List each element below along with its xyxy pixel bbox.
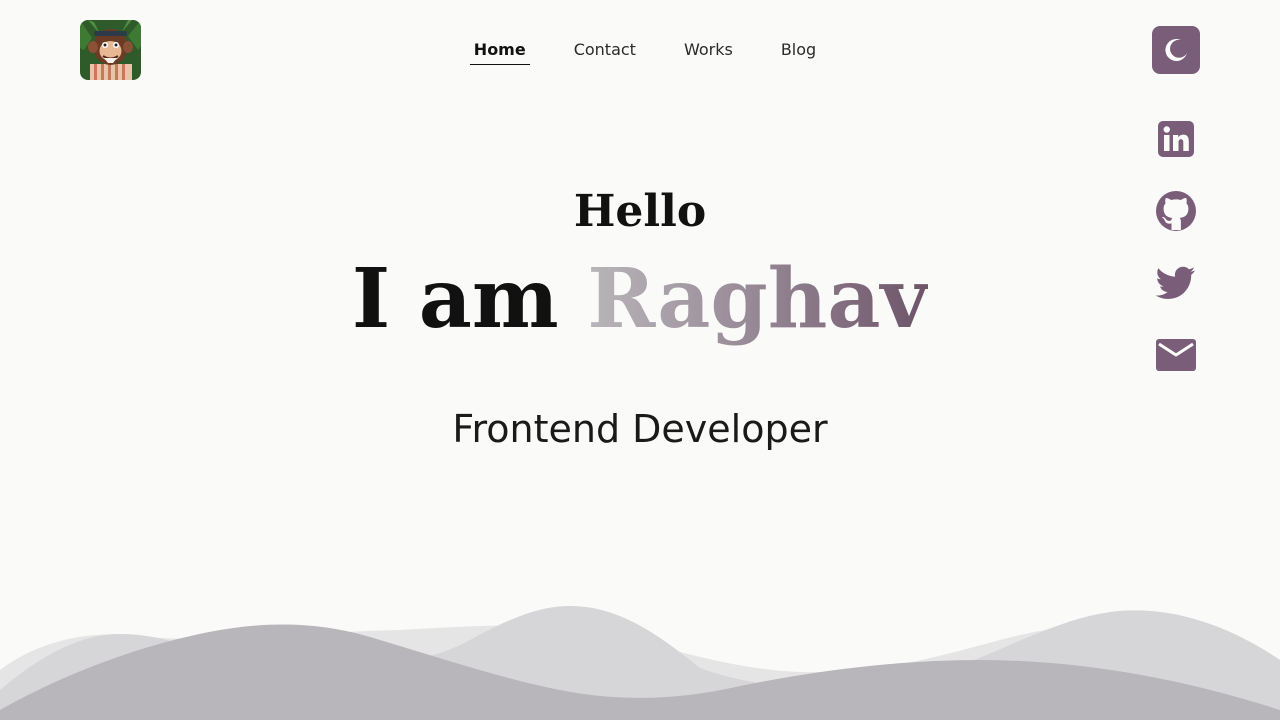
nav-works[interactable]: Works — [680, 38, 737, 64]
nav-home[interactable]: Home — [469, 38, 530, 65]
hero-name: Raghav — [587, 251, 929, 347]
moon-icon — [1165, 38, 1187, 61]
hero-greeting: Hello — [573, 186, 707, 237]
linkedin-link[interactable] — [1155, 118, 1197, 160]
main-nav: Home Contact Works Blog — [0, 38, 1280, 65]
nav-blog[interactable]: Blog — [777, 38, 820, 64]
nav-contact[interactable]: Contact — [570, 38, 640, 64]
page: Home Contact Works Blog Hello I am Ragha… — [0, 0, 1280, 720]
linkedin-icon — [1158, 121, 1194, 157]
hero-role: Frontend Developer — [452, 407, 828, 451]
hero-intro: I am — [351, 251, 559, 347]
theme-toggle-button[interactable] — [1152, 26, 1200, 74]
decorative-waves — [0, 606, 1280, 720]
hero-headline: I am Raghav — [0, 244, 1280, 354]
hero-section: Hello I am Raghav Frontend Developer — [0, 180, 1280, 452]
